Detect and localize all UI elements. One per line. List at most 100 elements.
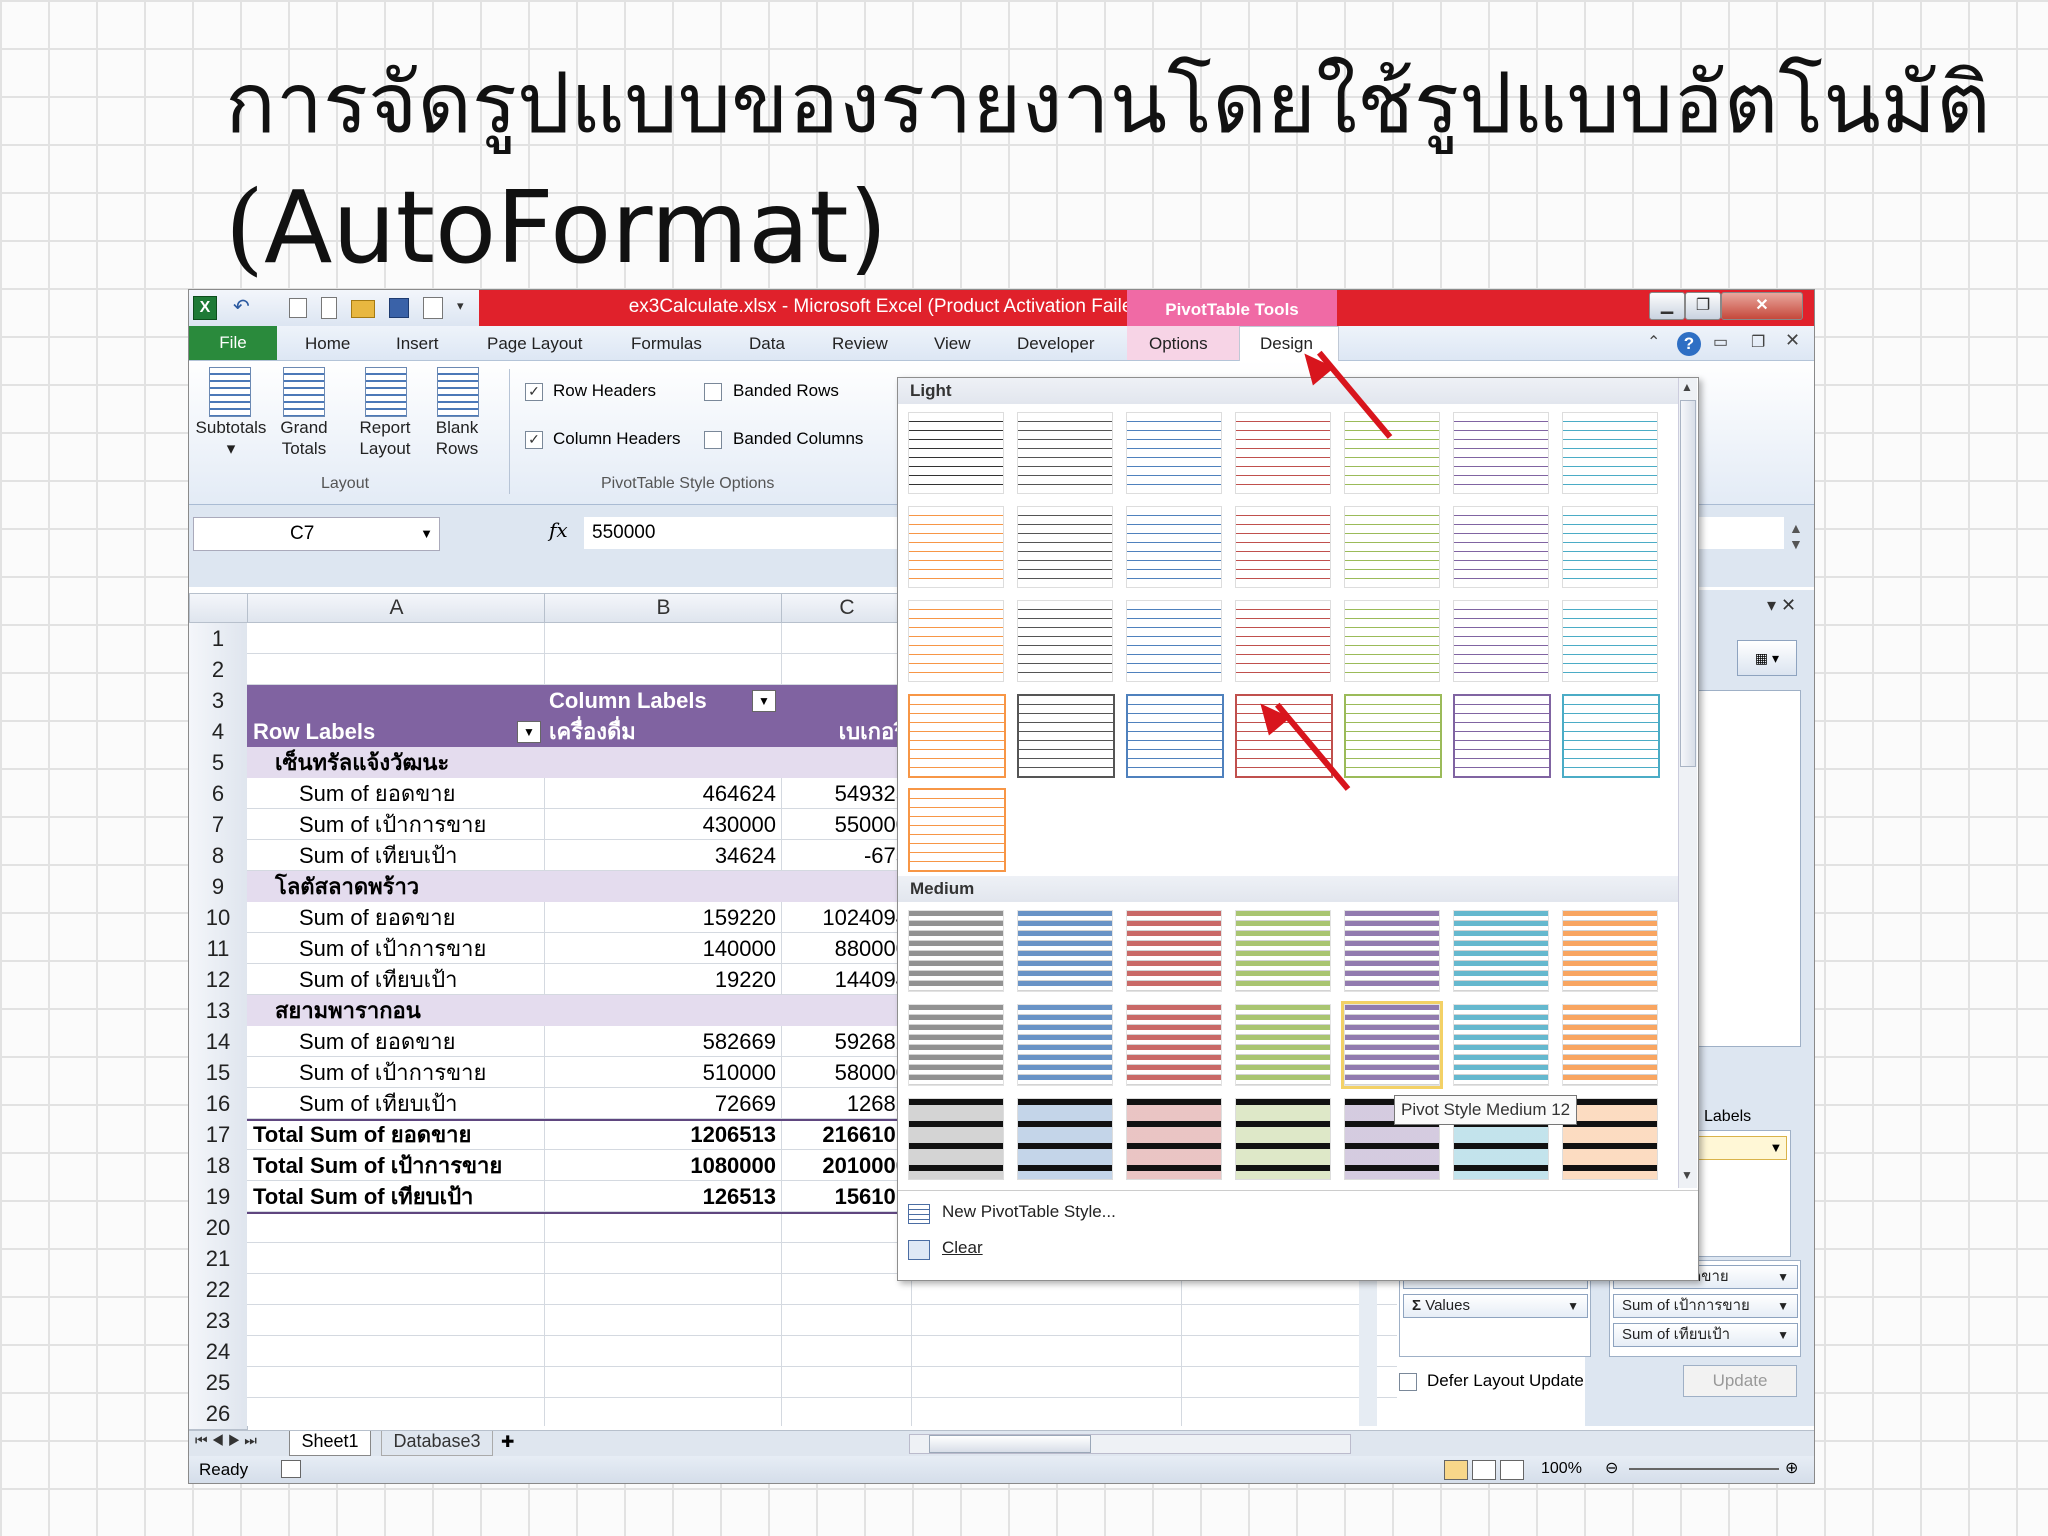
tab-developer[interactable]: Developer [1017,334,1095,354]
light-style-thumb[interactable] [1017,506,1113,588]
normal-view-icon[interactable] [1444,1460,1468,1480]
restore-button[interactable]: ❐ [1685,292,1721,320]
light-style-thumb[interactable] [1126,506,1222,588]
row-header[interactable]: 6 [189,778,248,810]
pivot-value-b[interactable]: 510000 [544,1057,776,1088]
pivot-row-label[interactable]: Sum of ยอดขาย [299,778,455,809]
light-style-thumb[interactable] [1344,412,1440,494]
pivot-value-c[interactable]: 549325 [781,778,908,809]
sheet-tab-sheet1[interactable]: Sheet1 [289,1431,371,1456]
zoom-slider[interactable] [1629,1468,1779,1470]
row-header[interactable]: 4 [189,716,248,748]
page-layout-view-icon[interactable] [1472,1460,1496,1480]
pivot-value-c[interactable]: 1024094 [781,902,908,933]
doc-close-icon[interactable]: ✕ [1785,330,1800,351]
selected-style-medium-12[interactable] [1341,1001,1443,1089]
pivot-value-b[interactable]: 140000 [544,933,776,964]
medium-style-thumb[interactable] [1126,1098,1222,1180]
print-preview-icon[interactable] [423,297,443,319]
insert-sheet-icon[interactable]: ✚ [501,1432,514,1452]
medium-style-thumb[interactable] [1017,1098,1113,1180]
light-style-thumb[interactable] [1126,412,1222,494]
row-labels-filter-button[interactable]: ▼ [517,721,541,743]
row-header[interactable]: 17 [189,1119,248,1151]
light-style-thumb[interactable] [1235,506,1331,588]
row-header[interactable]: 19 [189,1181,248,1213]
zoom-level[interactable]: 100% [1541,1460,1582,1478]
subtotals-button[interactable]: Subtotals ▾ [195,367,267,459]
fx-icon[interactable]: fx [549,518,568,542]
light-style-thumb[interactable] [908,788,1006,872]
save-icon[interactable] [389,298,409,318]
column-header-c[interactable]: C [781,593,913,623]
row-header[interactable]: 16 [189,1088,248,1120]
pivot-value-b[interactable]: 126513 [544,1181,776,1212]
pivot-value-b[interactable]: 1206513 [544,1119,776,1150]
banded-rows-checkbox[interactable] [704,383,722,401]
tab-view[interactable]: View [934,334,971,354]
pivot-row-label[interactable]: เซ็นทรัลแจ้งวัฒนะ [275,747,449,778]
column-headers-checkbox[interactable]: ✓ [525,431,543,449]
tab-insert[interactable]: Insert [396,334,439,354]
row-header[interactable]: 8 [189,840,248,872]
horizontal-scroll-thumb[interactable] [929,1435,1091,1453]
light-style-thumb[interactable] [1453,412,1549,494]
tab-review[interactable]: Review [832,334,888,354]
tab-data[interactable]: Data [749,334,785,354]
row-header[interactable]: 2 [189,654,248,686]
clear-item[interactable]: Clear [942,1238,983,1258]
light-style-thumb[interactable] [1562,694,1660,778]
row-header[interactable]: 9 [189,871,248,903]
medium-style-thumb[interactable] [908,910,1004,992]
column-labels-filter-button[interactable]: ▼ [752,690,776,712]
new-pivottable-style-item[interactable]: New PivotTable Style... [942,1202,1116,1222]
light-style-thumb[interactable] [1562,412,1658,494]
light-style-thumb[interactable] [1562,506,1658,588]
minimize-button[interactable]: ▁ [1649,292,1685,320]
undo-icon[interactable]: ↶ [233,294,250,319]
pivot-value-b[interactable] [544,995,776,1026]
field-list-layout-button[interactable]: ▦ ▾ [1737,640,1797,676]
row-header[interactable]: 5 [189,747,248,779]
medium-style-thumb[interactable] [1235,1004,1331,1086]
light-style-thumb[interactable] [1126,694,1224,778]
tab-page-layout[interactable]: Page Layout [487,334,582,354]
name-box-dropdown-icon[interactable]: ▼ [420,518,433,550]
sheet-tab-database3[interactable]: Database3 [381,1431,493,1456]
pivot-value-c[interactable]: 2010000 [781,1150,908,1181]
row-header[interactable]: 12 [189,964,248,996]
tab-design[interactable]: Design [1260,334,1313,354]
macro-record-icon[interactable] [281,1460,301,1478]
row-header[interactable]: 11 [189,933,248,965]
light-style-thumb[interactable] [908,600,1004,682]
values-field-compare[interactable]: Sum of เทียบเป้า ▼ [1613,1323,1798,1347]
light-style-thumb[interactable] [1235,600,1331,682]
update-button[interactable]: Update [1683,1365,1797,1397]
pivot-row-label[interactable]: Total Sum of เป้าการขาย [253,1150,502,1181]
row-header[interactable]: 25 [189,1367,248,1399]
medium-style-thumb[interactable] [1235,1098,1331,1180]
values-field-target[interactable]: Sum of เป้าการขาย ▼ [1613,1294,1798,1318]
pivot-row-label[interactable]: Sum of ยอดขาย [299,1026,455,1057]
pivot-value-c[interactable]: 592682 [781,1026,908,1057]
pivot-value-c[interactable] [781,995,908,1026]
defer-layout-checkbox[interactable] [1399,1373,1417,1391]
copy-icon[interactable] [289,298,307,318]
light-style-thumb[interactable] [908,506,1004,588]
select-all-corner[interactable] [189,593,249,623]
grand-totals-button[interactable]: Grand Totals [273,367,335,459]
row-header[interactable]: 7 [189,809,248,841]
gallery-scroll-thumb[interactable] [1680,400,1696,767]
pivot-value-c[interactable] [781,747,908,778]
medium-style-thumb[interactable] [1453,1004,1549,1086]
row-header[interactable]: 15 [189,1057,248,1089]
row-header[interactable]: 22 [189,1274,248,1306]
pivot-row-label[interactable]: Sum of เทียบเป้า [299,840,458,871]
light-style-thumb[interactable] [1453,506,1549,588]
pivot-value-c[interactable]: 156101 [781,1181,908,1212]
medium-style-thumb[interactable] [1126,1004,1222,1086]
light-style-thumb[interactable] [1562,600,1658,682]
doc-minimize-icon[interactable]: ▭ [1713,332,1728,352]
tab-formulas[interactable]: Formulas [631,334,702,354]
light-style-thumb[interactable] [1344,694,1442,778]
